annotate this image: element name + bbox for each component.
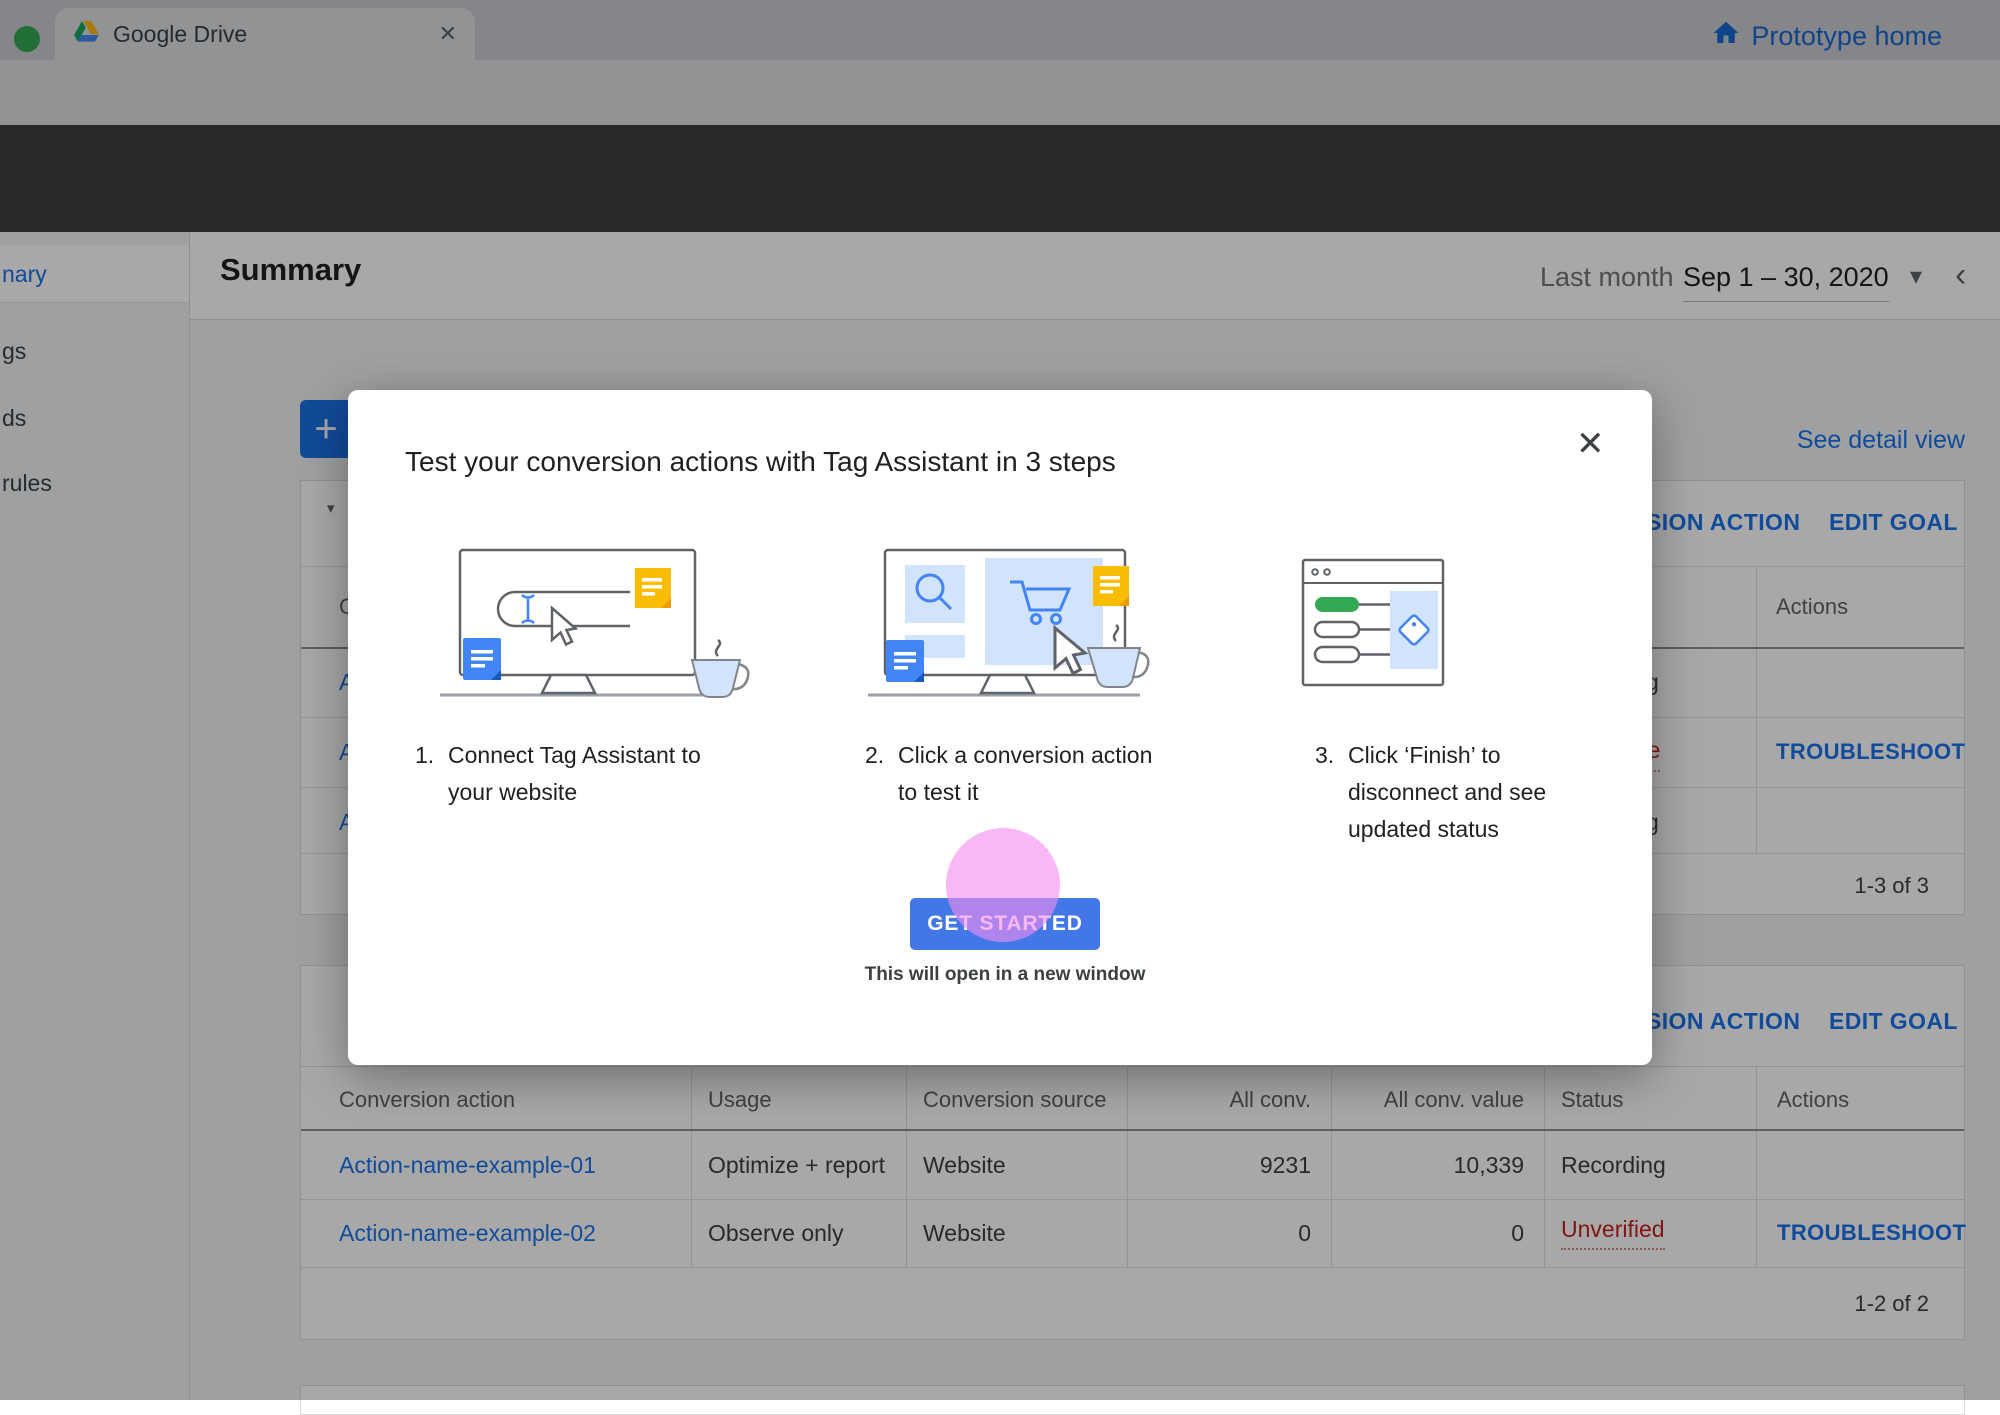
get-started-button[interactable]: GET STARTED [910,898,1100,950]
step2-number: 2. [865,737,898,811]
step2-caption: 2. Click a conversion action to test it [865,737,1175,811]
step2-illustration [858,540,1158,710]
step3-text: Click ‘Finish’ to disconnect and see upd… [1348,737,1553,848]
step3-illustration [1295,555,1455,700]
step1-illustration [430,540,750,710]
step1-caption: 1. Connect Tag Assistant to your website [415,737,725,811]
step1-number: 1. [415,737,448,811]
tag-assistant-modal: ✕ Test your conversion actions with Tag … [348,390,1652,1065]
step2-text: Click a conversion action to test it [898,737,1162,811]
step3-caption: 3. Click ‘Finish’ to disconnect and see … [1315,737,1575,848]
new-window-note: This will open in a new window [805,964,1205,986]
modal-title: Test your conversion actions with Tag As… [405,446,1116,478]
modal-close-icon[interactable]: ✕ [1576,424,1605,464]
step3-number: 3. [1315,737,1348,848]
step1-text: Connect Tag Assistant to your website [448,737,720,811]
